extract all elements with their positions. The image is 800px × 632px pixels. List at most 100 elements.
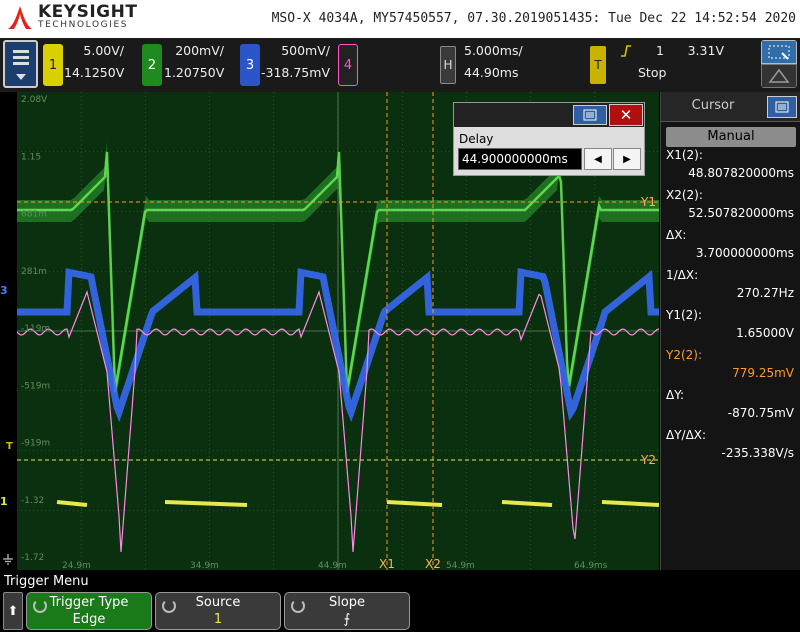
softkey-value: ⨍ — [343, 612, 351, 627]
horizontal-badge[interactable]: H — [440, 46, 456, 84]
title-bar: KEYSIGHT TECHNOLOGIES MSO-X 4034A, MY574… — [0, 0, 800, 38]
run-mode-control[interactable] — [761, 40, 797, 88]
softkey-value: 1 — [213, 612, 223, 627]
cursor-x1-tag[interactable]: X1 — [379, 557, 395, 570]
channel-3-badge[interactable]: 3 — [240, 44, 260, 86]
cursor-y1-tag[interactable]: Y1 — [640, 195, 656, 209]
voltage-tick-label: -1.72 — [21, 553, 44, 563]
softkey-trigger-type[interactable]: Trigger Type Edge — [26, 592, 152, 630]
trigger-level[interactable]: 3.31V — [682, 43, 724, 58]
horizontal-scale[interactable]: 5.000ms/ — [458, 43, 523, 58]
channel-2-offset[interactable]: 1.20750V — [164, 65, 224, 80]
voltage-tick-label: 281m — [21, 267, 47, 277]
cursor-readout-label: Y1(2): — [666, 308, 703, 322]
delay-input[interactable]: 44.900000000ms — [458, 148, 582, 170]
softkey-value: Edge — [72, 612, 106, 627]
delay-menu-button[interactable] — [573, 105, 607, 125]
voltage-tick-label: -919m — [21, 439, 50, 449]
cursor-readout-label: ΔY: — [666, 388, 684, 402]
cursor-readout-value: 52.507820000ms — [688, 206, 794, 220]
channel-3-scale[interactable]: 500mV/ — [258, 43, 330, 58]
channel-1-trace — [164, 500, 248, 507]
oscilloscope-screen: KEYSIGHT TECHNOLOGIES MSO-X 4034A, MY574… — [0, 0, 800, 632]
delay-dialog-header: ✕ — [454, 103, 644, 127]
scope-info: MSO-X 4034A, MY57450557, 07.30.201905143… — [271, 11, 796, 26]
channel-1-trace — [501, 500, 553, 507]
rising-edge-icon — [621, 45, 631, 57]
trigger-badge[interactable]: T — [590, 46, 606, 84]
up-arrow-icon[interactable]: ⬆ — [3, 592, 23, 630]
cursor-mode-button[interactable]: Manual — [666, 127, 796, 147]
close-icon[interactable]: ✕ — [609, 104, 643, 126]
horizontal-position[interactable]: 44.90ms — [458, 65, 518, 80]
softkey-bar: Trigger Menu ⬆ Trigger Type Edge Source … — [0, 570, 800, 632]
channel-1-scale[interactable]: 5.00V/ — [64, 43, 124, 58]
list-icon — [583, 109, 597, 121]
knob-icon — [162, 599, 176, 613]
cursor-readout-value: -870.75mV — [727, 406, 794, 420]
time-tick-label: 34.9m — [190, 561, 219, 570]
channel-3-ground-marker[interactable]: 3 — [0, 284, 8, 297]
cursor-panel-tab[interactable]: Cursor — [661, 92, 800, 122]
time-tick-label: 44.9m — [318, 561, 347, 570]
voltage-tick-label: 2.08V — [21, 95, 48, 105]
channel-1-ground-marker[interactable]: 1 — [0, 495, 8, 508]
zoom-window-icon[interactable] — [761, 40, 797, 64]
voltage-tick-label: 1.15 — [21, 152, 41, 162]
cursor-readout-value: 48.807820000ms — [688, 166, 794, 180]
cursor-readout-value: 270.27Hz — [736, 286, 794, 300]
cursor-readout-value: 3.700000000ms — [695, 246, 794, 260]
cursor-readout-label: X1(2): — [666, 148, 703, 162]
main-menu-button[interactable] — [3, 40, 38, 88]
delay-label: Delay — [459, 132, 494, 146]
time-tick-label: 24.9m — [62, 561, 91, 570]
voltage-tick-label: 681m — [21, 210, 47, 220]
dropdown-icon — [16, 74, 26, 80]
voltage-tick-label: -519m — [21, 381, 50, 391]
channel-1-badge[interactable]: 1 — [43, 44, 63, 86]
channel-1-trace — [601, 500, 659, 507]
cursor-readout-value: 1.65000V — [736, 326, 794, 340]
increment-button[interactable]: ▶ — [613, 148, 641, 170]
knob-icon — [291, 599, 305, 613]
menu-icon — [13, 50, 29, 70]
list-icon — [775, 101, 789, 113]
brand-subtitle: TECHNOLOGIES — [38, 20, 129, 30]
knob-icon — [33, 599, 47, 613]
ground-icon — [3, 554, 13, 565]
softkey-slope[interactable]: Slope ⨍ — [284, 592, 410, 630]
time-tick-label: 54.9m — [446, 561, 475, 570]
time-tick-label: 64.9ms — [574, 561, 608, 570]
cursor-readout-label: ΔY/ΔX: — [666, 428, 707, 442]
softkey-source[interactable]: Source 1 — [155, 592, 281, 630]
channel-bar: 1 5.00V/ 14.1250V 2 200mV/ 1.20750V 3 50… — [0, 38, 800, 92]
channel-2-scale[interactable]: 200mV/ — [164, 43, 224, 58]
channel-1-trace — [56, 500, 88, 507]
delay-dialog: ✕ Delay 44.900000000ms ◀ ▶ — [453, 102, 645, 176]
channel-2-badge[interactable]: 2 — [142, 44, 162, 86]
trigger-level-marker[interactable]: T — [6, 441, 13, 452]
decrement-button[interactable]: ◀ — [584, 148, 612, 170]
cursor-readout-label: X2(2): — [666, 188, 703, 202]
cursor-panel-title: Cursor — [691, 98, 735, 113]
cursor-panel: Cursor Manual X1(2): 48.807820000ms X2(2):… — [660, 92, 800, 570]
channel-1-offset[interactable]: 14.1250V — [64, 65, 124, 80]
channel-4-badge[interactable]: 4 — [338, 44, 358, 86]
cursor-readout-label: Y2(2): — [666, 348, 703, 362]
cursor-readout-label: 1/ΔX: — [666, 268, 699, 282]
delta-icon[interactable] — [761, 64, 797, 88]
trigger-source[interactable]: 1 — [650, 43, 664, 58]
acquisition-status: Stop — [638, 65, 667, 80]
menu-title: Trigger Menu — [4, 574, 89, 589]
cursor-readout-value: 779.25mV — [732, 366, 794, 380]
voltage-tick-label: -1.32 — [21, 496, 44, 506]
channel-3-offset[interactable]: -318.75mV — [258, 65, 330, 80]
cursor-y2-tag[interactable]: Y2 — [640, 453, 656, 467]
keysight-logo-icon — [8, 6, 32, 29]
cursor-readout-value: -235.338V/s — [721, 446, 794, 460]
cursor-readout-label: ΔX: — [666, 228, 687, 242]
channel-1-trace — [386, 500, 443, 507]
voltage-tick-label: -119m — [21, 324, 50, 334]
cursor-x2-tag[interactable]: X2 — [425, 557, 441, 570]
cursor-menu-button[interactable] — [767, 96, 797, 118]
